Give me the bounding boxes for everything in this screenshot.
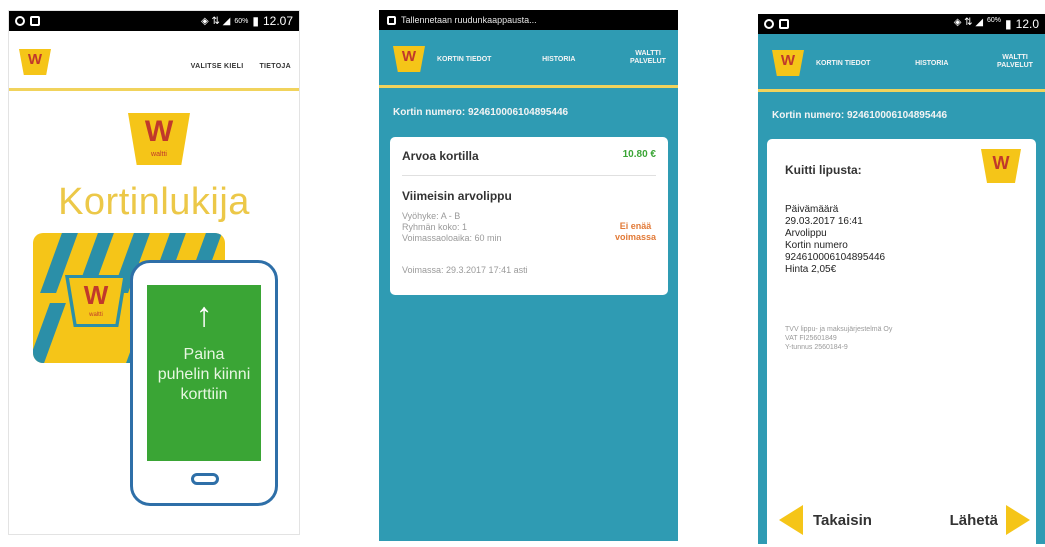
tap-instruction-panel: ↑ Paina puhelin kiinni korttiin — [147, 285, 261, 461]
arrow-right-icon — [1006, 505, 1030, 535]
tab-card-details[interactable]: KORTIN TIEDOT — [437, 56, 491, 66]
balance-value: 10.80 € — [622, 149, 656, 160]
status-line-1: Ei enää — [619, 221, 652, 231]
receipt-title: Kuitti lipusta: — [785, 163, 862, 177]
status-time: 12.0 — [1015, 17, 1039, 31]
signal-icon: ◈ ⇅ ◢ — [953, 17, 984, 28]
receipt-card-label: Kortin numero — [785, 240, 848, 251]
tab-history[interactable]: HISTORIA — [542, 56, 575, 66]
waltti-logo[interactable]: W — [772, 50, 804, 76]
card-logo-letter: W — [83, 280, 109, 310]
app-header: W VALITSE KIELI TIETOJA — [9, 31, 299, 91]
page-title: Kortinlukija — [58, 181, 250, 223]
zone-text: Vyöhyke: A - B — [402, 211, 461, 221]
receipt-price: Hinta 2,05€ — [785, 264, 837, 275]
card-number: Kortin numero: 924610006104895446 — [393, 107, 569, 118]
balance-label: Arvoa kortilla — [402, 149, 479, 163]
image-icon — [779, 19, 789, 29]
tab-waltti-services[interactable]: WALTTI PALVELUT — [993, 54, 1037, 70]
status-bar: ◈ ⇅ ◢ 60% ▮ 12.07 — [9, 11, 299, 31]
back-button[interactable]: Takaisin — [779, 505, 872, 535]
card-info-panel: Arvoa kortilla 10.80 € Viimeisin arvolip… — [390, 137, 668, 295]
logo-subtext: waltti — [151, 151, 167, 158]
waltti-logo: W — [981, 149, 1021, 183]
send-label: Lähetä — [949, 511, 998, 529]
image-icon — [30, 16, 40, 26]
receipt-ticket-type: Arvolippu — [785, 228, 827, 239]
ticket-status-badge: Ei enää voimassa — [615, 221, 656, 243]
tab-history[interactable]: HISTORIA — [915, 60, 948, 70]
nav-choose-language[interactable]: VALITSE KIELI — [191, 63, 244, 70]
status-bar: Tallennetaan ruudunkaappausta... — [379, 10, 678, 30]
receipt-details: Päivämäärä 29.03.2017 16:41 Arvolippu Ko… — [785, 204, 885, 276]
screenshot-stage: ◈ ⇅ ◢ 60% ▮ 12.07 W VALITSE KIELI TIETOJ… — [0, 0, 1045, 547]
phone-receipt-screen: ◈ ⇅ ◢ 60% ▮ 12.0 W KORTIN TIEDOT HISTORI… — [758, 14, 1045, 544]
divider — [402, 175, 656, 176]
receipt-date: 29.03.2017 16:41 — [785, 216, 863, 227]
nav-info[interactable]: TIETOJA — [259, 63, 291, 70]
home-button-icon — [191, 473, 219, 485]
battery-level: 60% — [234, 17, 249, 25]
validity-period-text: Voimassaoloaika: 60 min — [402, 233, 502, 243]
screenshot-icon — [387, 15, 396, 25]
company-info: TVV lippu- ja maksujärjestelmä Oy VAT FI… — [785, 325, 892, 352]
back-label: Takaisin — [813, 511, 872, 529]
receipt-panel: Kuitti lipusta: W Päivämäärä 29.03.2017 … — [767, 139, 1036, 544]
app-header: W KORTIN TIEDOT HISTORIA WALTTI PALVELUT — [379, 30, 678, 88]
last-ticket-title: Viimeisin arvolippu — [402, 189, 512, 203]
logo-letter: W — [144, 115, 174, 148]
arrow-left-icon — [779, 505, 803, 535]
receipt-card-number: 924610006104895446 — [785, 252, 886, 263]
signal-icon: ◈ ⇅ ◢ — [201, 15, 231, 27]
status-text: Tallennetaan ruudunkaappausta... — [401, 15, 537, 25]
waltti-logo[interactable]: W — [19, 49, 51, 75]
valid-until-text: Voimassa: 29.3.2017 17:41 asti — [402, 265, 528, 275]
phone-illustration: ↑ Paina puhelin kiinni korttiin — [130, 260, 278, 506]
arrow-up-icon: ↑ — [195, 296, 213, 334]
waltti-logo[interactable]: W — [393, 46, 425, 72]
app-header: W KORTIN TIEDOT HISTORIA WALTTI PALVELUT — [758, 34, 1045, 92]
tab-waltti-services[interactable]: WALTTI PALVELUT — [626, 50, 670, 66]
top-nav: KORTIN TIEDOT HISTORIA WALTTI PALVELUT — [437, 50, 670, 66]
ticket-details: Vyöhyke: A - B Ryhmän koko: 1 Voimassaol… — [402, 211, 502, 244]
company-name: TVV lippu- ja maksujärjestelmä Oy — [785, 326, 893, 333]
status-bar: ◈ ⇅ ◢ 60% ▮ 12.0 — [758, 14, 1045, 34]
top-nav: KORTIN TIEDOT HISTORIA WALTTI PALVELUT — [816, 54, 1037, 70]
company-vat: VAT FI25601849 — [785, 335, 837, 342]
card-logo: W waltti — [69, 278, 123, 324]
status-time: 12.07 — [262, 14, 293, 28]
card-number: Kortin numero: 924610006104895446 — [772, 110, 948, 121]
group-size-text: Ryhmän koko: 1 — [402, 222, 468, 232]
receipt-date-label: Päivämäärä — [785, 204, 839, 215]
battery-icon: ▮ — [252, 14, 259, 28]
tap-instruction-text: Paina puhelin kiinni korttiin — [157, 346, 251, 403]
settings-icon — [764, 19, 774, 29]
battery-icon: ▮ — [1005, 17, 1012, 31]
settings-icon — [15, 16, 25, 26]
battery-level: 60% — [987, 17, 1002, 24]
send-button[interactable]: Lähetä — [950, 505, 1030, 535]
top-nav: VALITSE KIELI TIETOJA — [191, 63, 291, 70]
phone-card-reader-screen: ◈ ⇅ ◢ 60% ▮ 12.07 W VALITSE KIELI TIETOJ… — [8, 10, 300, 535]
card-logo-subtext: waltti — [89, 312, 103, 318]
company-business-id: Y-tunnus 2560184-9 — [785, 344, 848, 351]
tab-card-details[interactable]: KORTIN TIEDOT — [816, 60, 870, 70]
waltti-logo-large: W waltti — [128, 113, 190, 165]
balance-row: Arvoa kortilla 10.80 € — [402, 149, 656, 163]
status-line-2: voimassa — [614, 232, 656, 242]
phone-card-details-screen: Tallennetaan ruudunkaappausta... W KORTI… — [379, 10, 678, 541]
